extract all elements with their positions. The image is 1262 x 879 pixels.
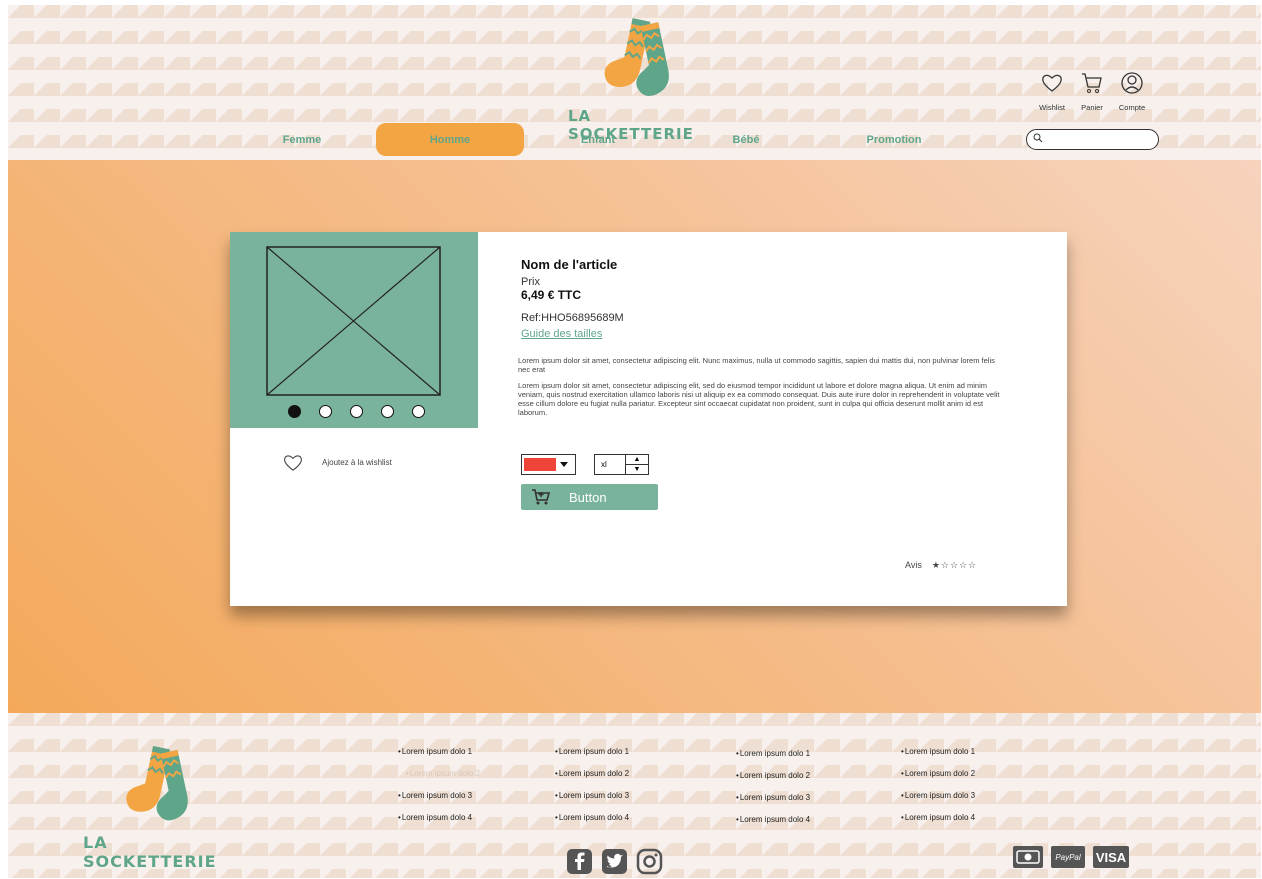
image-placeholder-icon[interactable]: [266, 246, 441, 396]
wishlist-link[interactable]: Wishlist: [1038, 71, 1066, 112]
color-select[interactable]: [521, 454, 576, 475]
nav-femme[interactable]: Femme: [228, 123, 376, 156]
color-swatch: [524, 458, 556, 471]
price-label: Prix: [521, 276, 540, 288]
size-stepper[interactable]: xl ▲ ▼: [594, 454, 649, 475]
socks-logo-icon: [126, 745, 188, 821]
nav-homme[interactable]: Homme: [376, 123, 524, 156]
carousel-dot-3[interactable]: [350, 405, 363, 418]
footer-column-1: Lorem ipsum dolo 1 Lorem ipsum dolo 2 Lo…: [398, 747, 480, 822]
star-empty-icon[interactable]: ☆: [959, 560, 967, 570]
description-paragraph-1: Lorem ipsum dolor sit amet, consectetur …: [518, 356, 995, 374]
footer-link[interactable]: Lorem ipsum dolo 2: [555, 769, 629, 778]
description-paragraph-2: Lorem ipsum dolor sit amet, consectetur …: [518, 381, 1000, 417]
nav-promotion[interactable]: Promotion: [820, 123, 968, 156]
footer-logo[interactable]: LA SOCKETTERIE: [83, 743, 243, 871]
star-empty-icon[interactable]: ☆: [941, 560, 949, 570]
footer-link[interactable]: Lorem ipsum dolo 3: [901, 791, 975, 800]
cart-link[interactable]: Panier: [1078, 71, 1106, 112]
heart-icon: [284, 455, 302, 471]
socks-logo-icon: [604, 18, 669, 96]
wishlist-text: Ajoutez à la wishlist: [322, 457, 392, 467]
site-footer: LA SOCKETTERIE Lorem ipsum dolo 1 Lorem …: [8, 713, 1261, 878]
footer-link[interactable]: Lorem ipsum dolo 3: [736, 793, 810, 802]
footer-link[interactable]: Lorem ipsum dolo 1: [555, 747, 629, 756]
footer-link[interactable]: Lorem ipsum dolo 3: [398, 791, 480, 800]
size-guide-link[interactable]: Guide des tailles: [521, 328, 602, 340]
user-icon: [1121, 72, 1143, 94]
star-filled-icon[interactable]: ★: [932, 560, 940, 570]
payment-methods: PayPal VISA: [1013, 846, 1129, 868]
account-label: Compte: [1118, 103, 1146, 112]
footer-column-2: Lorem ipsum dolo 1 Lorem ipsum dolo 2 Lo…: [555, 747, 629, 822]
nav-enfant[interactable]: Enfant: [524, 123, 672, 156]
cash-icon: [1013, 846, 1043, 868]
instagram-icon[interactable]: [636, 848, 663, 875]
social-links: [566, 848, 663, 875]
nav-bebe[interactable]: Bébé: [672, 123, 820, 156]
product-gallery: [230, 232, 478, 428]
footer-link[interactable]: Lorem ipsum dolo 1: [736, 749, 810, 758]
footer-link[interactable]: Lorem ipsum dolo 4: [901, 813, 975, 822]
paypal-badge: PayPal: [1051, 846, 1085, 868]
footer-link[interactable]: Lorem ipsum dolo 4: [736, 815, 810, 824]
product-price: 6,49 € TTC: [521, 288, 582, 302]
carousel-dot-4[interactable]: [381, 405, 394, 418]
product-reviews: Avis ★ ☆ ☆ ☆ ☆: [905, 560, 976, 570]
site-header: LA SOCKETTERIE Wishlist Panier Compte Fe…: [8, 5, 1261, 160]
facebook-icon[interactable]: [566, 848, 593, 875]
footer-brand-name: LA SOCKETTERIE: [83, 833, 217, 871]
carousel-dot-5[interactable]: [412, 405, 425, 418]
add-to-cart-icon: [532, 489, 551, 505]
carousel-dots: [288, 405, 425, 418]
stepper-down-icon[interactable]: ▼: [626, 464, 648, 474]
product-options: xl ▲ ▼: [521, 454, 649, 475]
size-value: xl: [601, 460, 607, 469]
carousel-dot-2[interactable]: [319, 405, 332, 418]
cart-icon: [1082, 73, 1102, 93]
add-to-cart-label: Button: [569, 489, 607, 505]
stepper-up-icon[interactable]: ▲: [626, 455, 648, 464]
main-nav: Femme Homme Enfant Bébé Promotion: [228, 123, 968, 156]
carousel-dot-1[interactable]: [288, 405, 301, 418]
footer-link[interactable]: Lorem ipsum dolo 2: [901, 769, 975, 778]
twitter-icon[interactable]: [601, 848, 628, 875]
footer-link[interactable]: Lorem ipsum dolo 3: [555, 791, 629, 800]
product-ref: Ref:HHO56895689M: [521, 312, 624, 324]
chevron-down-icon: [560, 462, 568, 467]
footer-link[interactable]: Lorem ipsum dolo 2: [406, 769, 480, 778]
main-content: Ajoutez à la wishlist Nom de l'article P…: [8, 160, 1261, 713]
footer-link[interactable]: Lorem ipsum dolo 1: [398, 747, 480, 756]
add-to-wishlist[interactable]: Ajoutez à la wishlist: [282, 452, 392, 472]
footer-link[interactable]: Lorem ipsum dolo 2: [736, 771, 810, 780]
stepper-buttons: ▲ ▼: [625, 455, 648, 474]
add-to-cart-button[interactable]: Button: [521, 484, 658, 510]
header-icons: Wishlist Panier Compte: [1038, 71, 1146, 112]
heart-icon: [1042, 74, 1062, 92]
product-info: Nom de l'article Prix 6,49 € TTC Ref:HHO…: [518, 257, 1011, 417]
product-card: Ajoutez à la wishlist Nom de l'article P…: [230, 232, 1067, 606]
star-empty-icon[interactable]: ☆: [950, 560, 958, 570]
banknote-icon: [1016, 850, 1040, 864]
cart-label: Panier: [1081, 103, 1103, 112]
wishlist-label: Wishlist: [1039, 103, 1065, 112]
star-empty-icon[interactable]: ☆: [968, 560, 976, 570]
product-title: Nom de l'article: [521, 257, 618, 272]
search-icon: [1033, 133, 1043, 143]
footer-column-3: Lorem ipsum dolo 1 Lorem ipsum dolo 2 Lo…: [736, 749, 810, 824]
reviews-label: Avis: [905, 560, 922, 570]
footer-link[interactable]: Lorem ipsum dolo 1: [901, 747, 975, 756]
account-link[interactable]: Compte: [1118, 71, 1146, 112]
visa-badge: VISA: [1093, 846, 1129, 868]
footer-link[interactable]: Lorem ipsum dolo 4: [555, 813, 629, 822]
footer-column-4: Lorem ipsum dolo 1 Lorem ipsum dolo 2 Lo…: [901, 747, 975, 822]
star-rating[interactable]: ★ ☆ ☆ ☆ ☆: [932, 560, 976, 570]
search-input[interactable]: [1026, 129, 1159, 150]
footer-link[interactable]: Lorem ipsum dolo 4: [398, 813, 480, 822]
product-description: Lorem ipsum dolor sit amet, consectetur …: [518, 356, 1008, 417]
